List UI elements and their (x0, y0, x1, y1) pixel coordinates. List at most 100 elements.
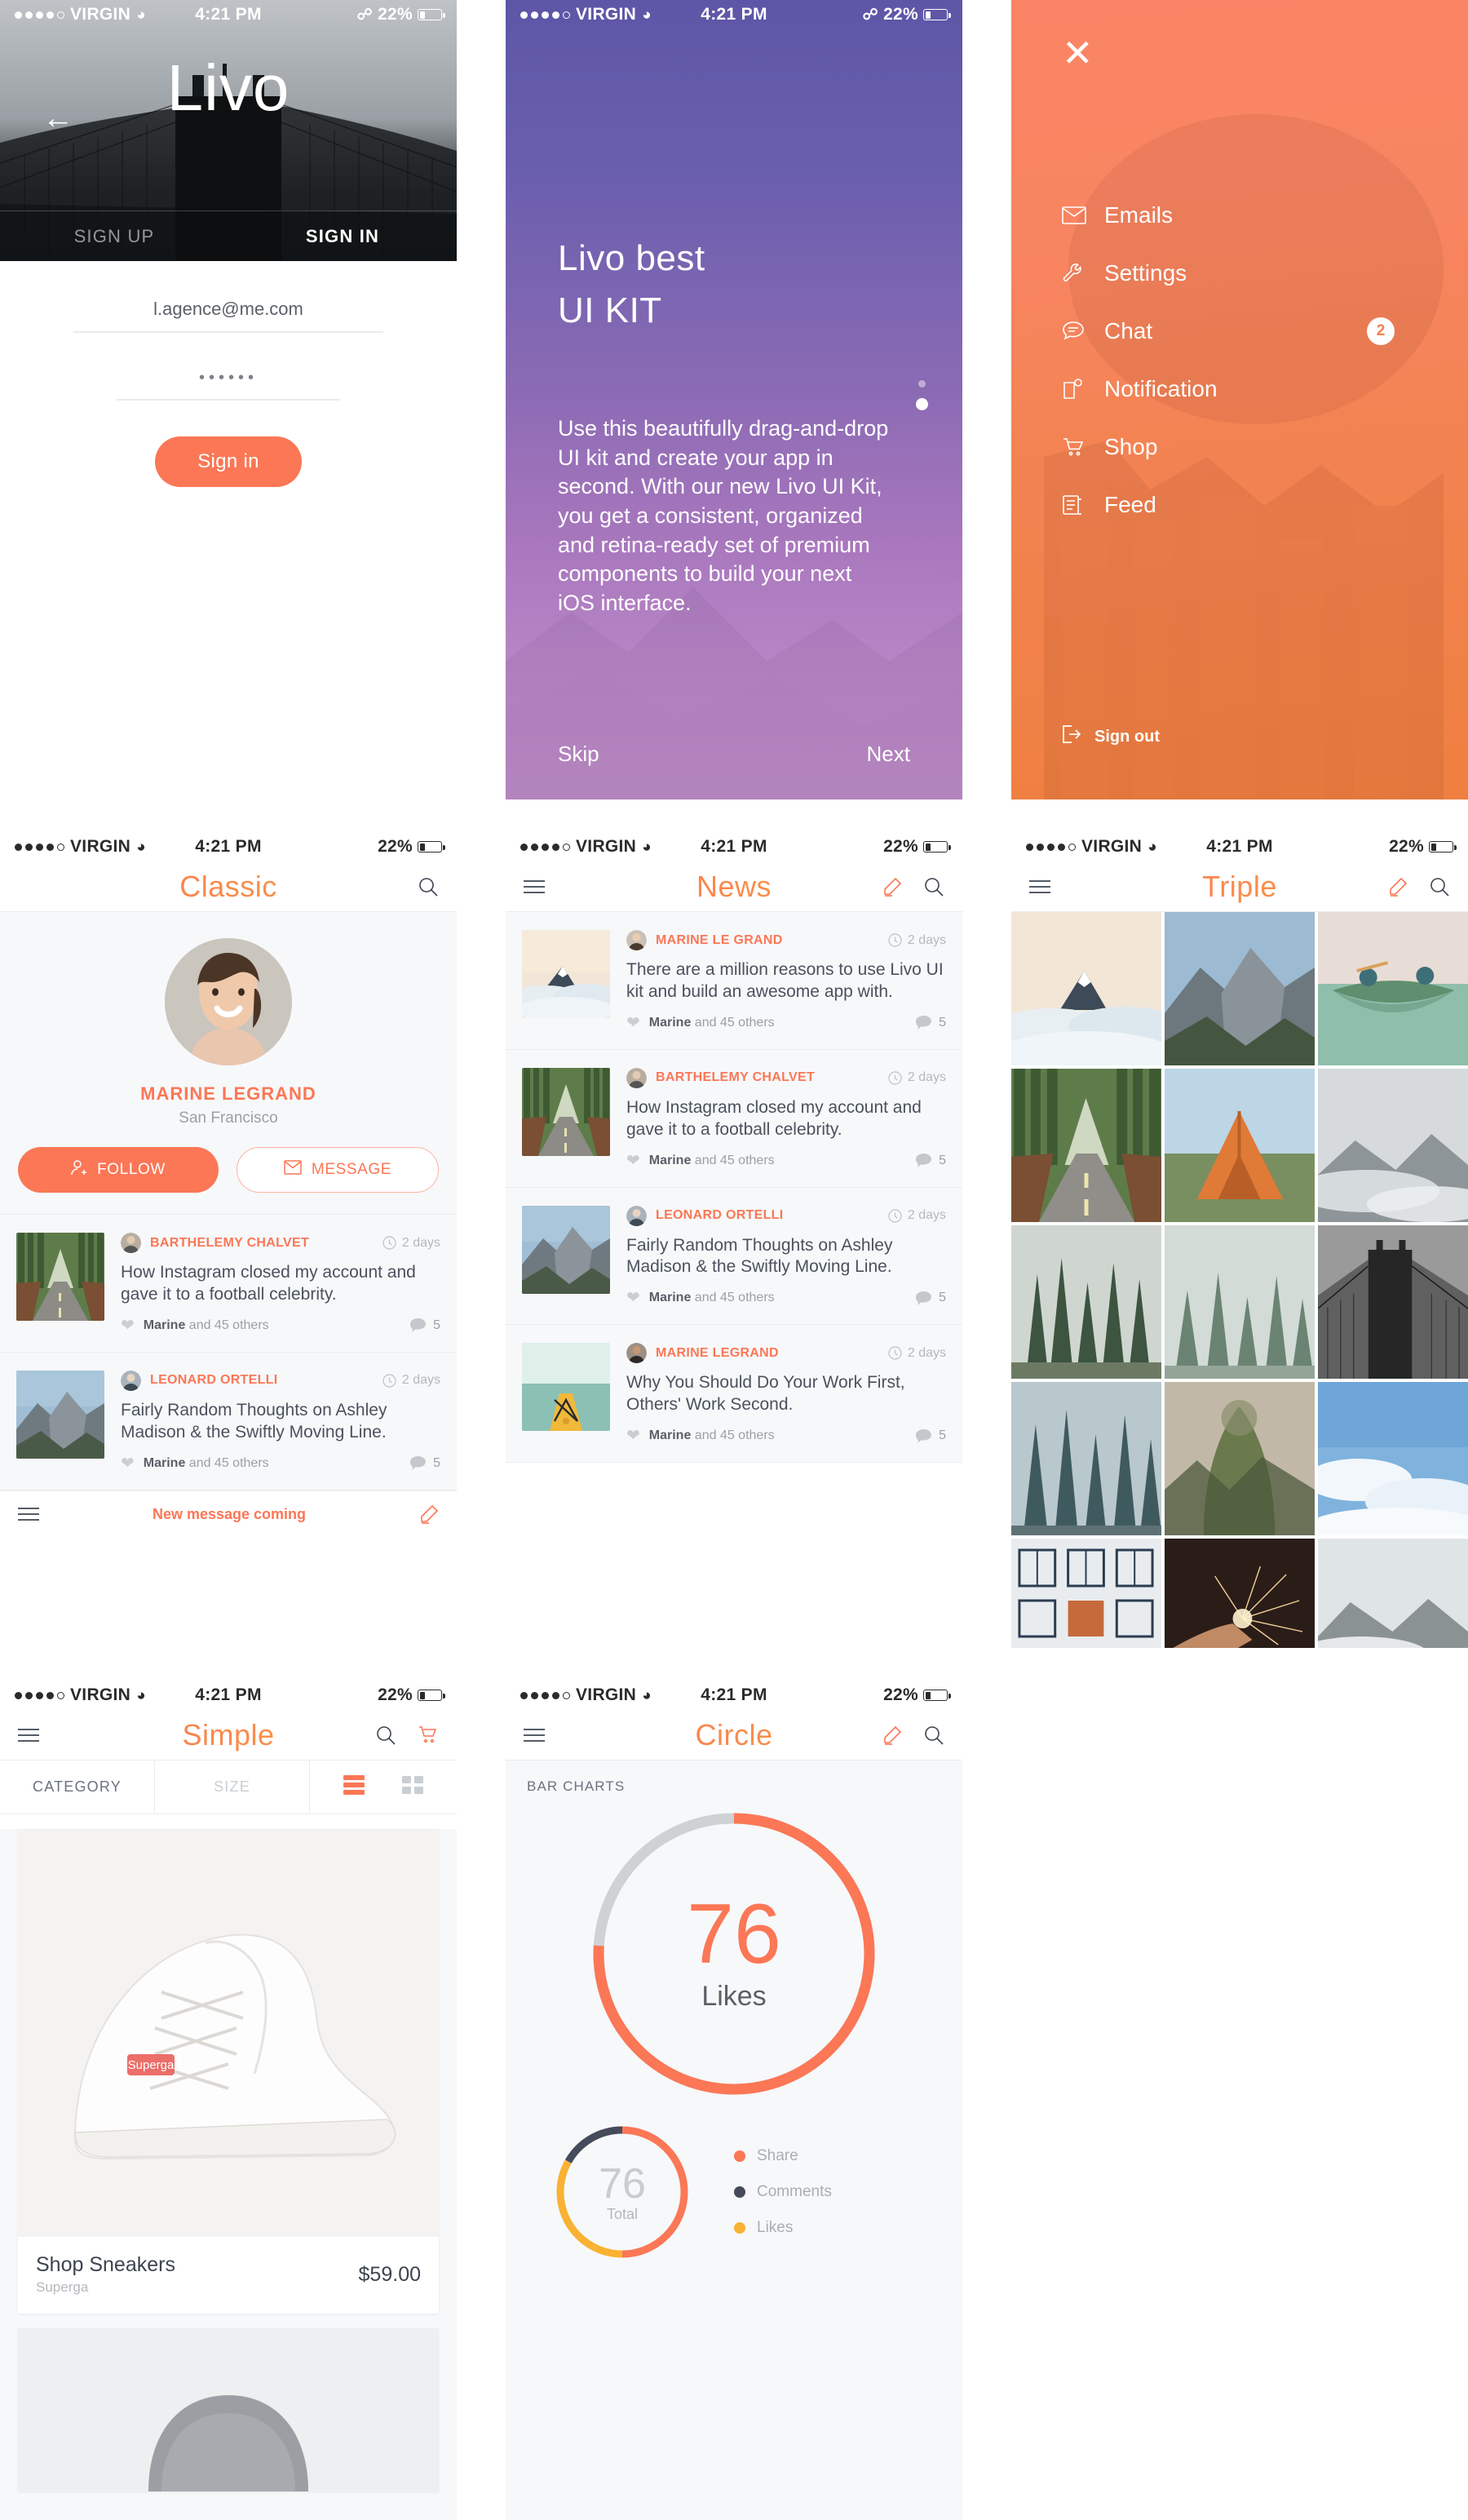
sign-out-button[interactable]: Sign out (1062, 724, 1160, 749)
post-comments[interactable]: 5 (410, 1318, 440, 1333)
product-card[interactable] (18, 2328, 439, 2491)
close-icon[interactable]: ✕ (1062, 34, 1094, 72)
battery-icon (418, 1690, 445, 1701)
post-title[interactable]: There are a million reasons to use Livo … (626, 959, 946, 1003)
menu-item-settings[interactable]: Settings (1062, 244, 1426, 302)
search-icon[interactable] (375, 1725, 396, 1746)
pencil-icon[interactable] (1388, 877, 1408, 897)
email-value[interactable]: l.agence@me.com (73, 299, 383, 331)
pencil-icon[interactable] (882, 877, 902, 897)
search-icon[interactable] (923, 1725, 944, 1746)
menu-item-shop[interactable]: Shop (1062, 418, 1426, 476)
password-field[interactable]: •••••• (117, 369, 340, 401)
grid-tile-foggy-rock[interactable] (1318, 1069, 1468, 1222)
hamburger-icon[interactable] (18, 1728, 39, 1743)
skip-button[interactable]: Skip (558, 742, 599, 767)
legend-swatch (734, 2150, 745, 2162)
heart-icon[interactable]: ❤ (626, 1290, 640, 1306)
post-likes: Marine and 45 others (144, 1318, 269, 1333)
post-title[interactable]: How Instagram closed my account and gave… (626, 1097, 946, 1141)
grid-tile-rock-cloud[interactable] (1318, 1539, 1468, 1648)
menu-item-notification[interactable]: Notification (1062, 360, 1426, 418)
page-dot-1[interactable] (916, 398, 928, 410)
post-comments[interactable]: 5 (916, 1154, 946, 1168)
list-item[interactable]: BARTHELEMY CHALVET 2 days How Instagram … (506, 1049, 962, 1188)
post-author[interactable]: LEONARD ORTELLI (656, 1208, 784, 1223)
follow-button[interactable]: FOLLOW (18, 1147, 219, 1193)
menu-item-feed[interactable]: Feed (1062, 476, 1426, 534)
heart-icon[interactable]: ❤ (626, 1015, 640, 1031)
search-icon[interactable] (418, 876, 439, 897)
post-title[interactable]: Fairly Random Thoughts on Ashley Madison… (626, 1235, 946, 1279)
grid-tile-half-dome[interactable] (1165, 912, 1315, 1065)
heart-icon[interactable]: ❤ (121, 1455, 135, 1472)
search-icon[interactable] (1429, 876, 1450, 897)
next-button[interactable]: Next (867, 742, 910, 767)
grid-tile-sparkler[interactable] (1165, 1539, 1315, 1648)
heart-icon[interactable]: ❤ (626, 1153, 640, 1169)
list-item[interactable]: LEONARD ORTELLI 2 days Fairly Random Tho… (506, 1187, 962, 1326)
hamburger-icon[interactable] (18, 1507, 39, 1521)
signal-dots-icon (15, 843, 64, 851)
cart-icon[interactable] (418, 1725, 439, 1745)
grid-tile-orange-tent[interactable] (1165, 1069, 1315, 1222)
heart-icon[interactable]: ❤ (121, 1318, 135, 1334)
hamburger-icon[interactable] (524, 1728, 545, 1743)
list-item[interactable]: BARTHELEMY CHALVET 2 days How Instagram … (0, 1215, 457, 1353)
post-comments[interactable]: 5 (916, 1428, 946, 1443)
grid-tile-double-exposure[interactable] (1165, 1382, 1315, 1535)
profile-location: San Francisco (179, 1109, 278, 1127)
search-icon[interactable] (923, 876, 944, 897)
sign-in-button[interactable]: Sign in (155, 436, 302, 487)
list-view-icon[interactable] (343, 1775, 365, 1799)
pencil-icon[interactable] (882, 1725, 902, 1745)
post-time-label: 2 days (907, 932, 946, 947)
post-comments[interactable]: 5 (916, 1291, 946, 1305)
product-card[interactable]: Superga Shop Sneakers Superga $59.00 (18, 1829, 439, 2314)
grid-view-icon[interactable] (402, 1775, 423, 1799)
list-item[interactable]: LEONARD ORTELLI 2 days Fairly Random Tho… (0, 1352, 457, 1490)
carrier-label: VIRGIN (70, 837, 131, 856)
post-likes: Marine and 45 others (144, 1456, 269, 1471)
signal-dots-icon (1026, 843, 1076, 851)
page-dot-0[interactable] (918, 380, 926, 388)
grid-tile-pine-forest[interactable] (1011, 1225, 1161, 1379)
grid-tile-cloud-peak[interactable] (1011, 912, 1161, 1065)
tab-sign-up[interactable]: SIGN UP (0, 211, 228, 261)
post-title[interactable]: How Instagram closed my account and gave… (121, 1262, 440, 1306)
heart-icon[interactable]: ❤ (626, 1428, 640, 1444)
filter-category[interactable]: CATEGORY (0, 1760, 155, 1814)
hamburger-icon[interactable] (524, 879, 545, 894)
post-author[interactable]: BARTHELEMY CHALVET (150, 1236, 309, 1251)
post-likes-name: Marine (648, 1291, 692, 1305)
grid-tile-blue-sky[interactable] (1318, 1382, 1468, 1535)
post-comments[interactable]: 5 (916, 1016, 946, 1030)
pencil-icon[interactable] (419, 1504, 439, 1524)
list-item[interactable]: MARINE LE GRAND 2 days There are a milli… (506, 912, 962, 1050)
grid-tile-green-canoe[interactable] (1318, 912, 1468, 1065)
password-value[interactable]: •••••• (117, 369, 340, 399)
grid-tile-brooklyn-bridge[interactable] (1318, 1225, 1468, 1379)
filter-size[interactable]: SIZE (155, 1760, 310, 1814)
grid-tile-blue-firs[interactable] (1011, 1382, 1161, 1535)
grid-tile-white-windows[interactable] (1011, 1539, 1161, 1648)
post-title[interactable]: Fairly Random Thoughts on Ashley Madison… (121, 1400, 440, 1444)
post-author[interactable]: LEONARD ORTELLI (150, 1373, 278, 1388)
tab-sign-in[interactable]: SIGN IN (228, 211, 457, 261)
post-author[interactable]: MARINE LE GRAND (656, 933, 783, 948)
email-field[interactable]: l.agence@me.com (73, 299, 383, 333)
list-item[interactable]: MARINE LEGRAND 2 days Why You Should Do … (506, 1325, 962, 1463)
post-comments[interactable]: 5 (410, 1456, 440, 1471)
screen-menu: ✕ Emails Settings Chat 2 Notification Sh… (1011, 0, 1468, 799)
post-author[interactable]: MARINE LEGRAND (656, 1346, 779, 1361)
page-indicator[interactable] (916, 380, 928, 410)
message-button[interactable]: MESSAGE (237, 1147, 439, 1193)
post-author[interactable]: BARTHELEMY CHALVET (656, 1070, 815, 1085)
grid-tile-dark-pines[interactable] (1165, 1225, 1315, 1379)
menu-item-chat[interactable]: Chat 2 (1062, 302, 1426, 360)
author-avatar (626, 1067, 647, 1088)
post-title[interactable]: Why You Should Do Your Work First, Other… (626, 1372, 946, 1416)
hamburger-icon[interactable] (1029, 879, 1050, 894)
grid-tile-forest-road[interactable] (1011, 1069, 1161, 1222)
menu-item-emails[interactable]: Emails (1062, 186, 1426, 244)
